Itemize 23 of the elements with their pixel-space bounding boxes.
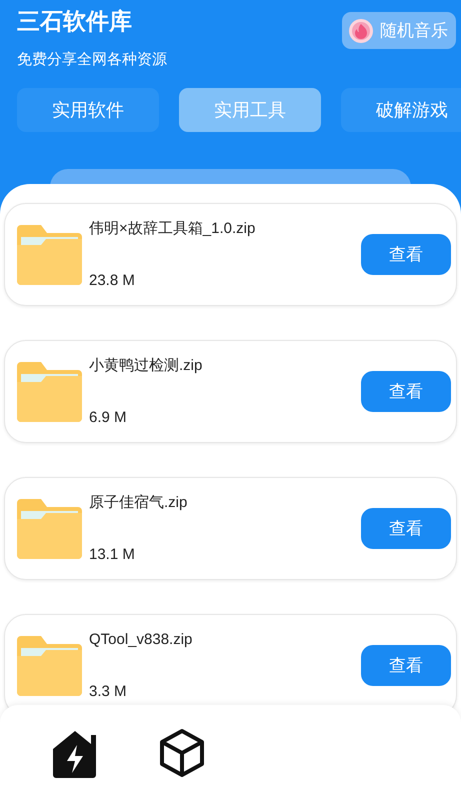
file-name: 原子佳宿气.zip bbox=[89, 492, 188, 512]
folder-icon bbox=[17, 362, 82, 422]
random-music-button[interactable]: 随机音乐 bbox=[342, 12, 456, 49]
file-size: 23.8 M bbox=[89, 270, 136, 290]
view-button[interactable]: 查看 bbox=[361, 645, 451, 686]
view-button[interactable]: 查看 bbox=[361, 234, 451, 275]
category-tab[interactable]: 破解游戏 bbox=[341, 88, 461, 132]
file-size: 6.9 M bbox=[89, 408, 128, 428]
view-button[interactable]: 查看 bbox=[361, 508, 451, 549]
file-size: 3.3 M bbox=[89, 682, 128, 702]
app-subtitle: 免费分享全网各种资源 bbox=[17, 50, 167, 70]
file-size: 13.1 M bbox=[89, 544, 136, 564]
category-tab[interactable]: 实用工具 bbox=[179, 88, 321, 132]
app-title: 三石软件库 bbox=[17, 7, 133, 36]
folder-icon bbox=[17, 224, 82, 284]
folder-icon bbox=[17, 636, 82, 696]
folder-icon bbox=[17, 498, 82, 558]
file-name: 小黄鸭过检测.zip bbox=[89, 356, 204, 376]
view-button[interactable]: 查看 bbox=[361, 371, 451, 412]
flame-icon bbox=[348, 18, 374, 44]
category-tab[interactable]: 实用软件 bbox=[17, 88, 159, 132]
file-name: QTool_v838.zip bbox=[89, 630, 194, 650]
file-name: 伟明×故辞工具箱_1.0.zip bbox=[89, 218, 256, 238]
